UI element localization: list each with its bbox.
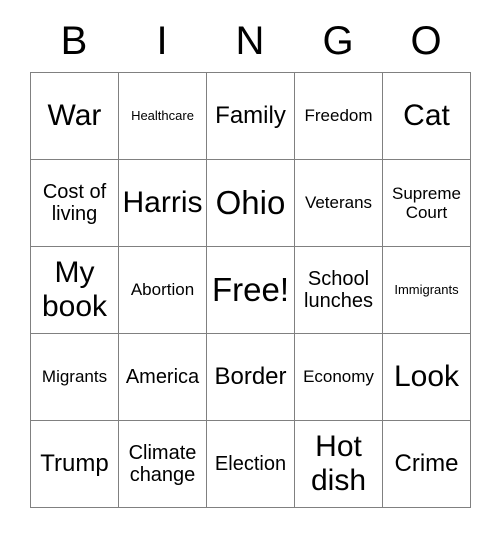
bingo-cell-label: Election xyxy=(214,452,287,475)
bingo-cell-label: Economy xyxy=(303,367,374,387)
bingo-row-1: War Healthcare Family Freedom Cat xyxy=(31,73,471,160)
bingo-cell-g2[interactable]: Veterans xyxy=(295,160,383,247)
bingo-cell-label: Cat xyxy=(403,99,450,133)
bingo-cell-label: Harris xyxy=(122,186,203,220)
bingo-cell-o1[interactable]: Cat xyxy=(383,73,471,160)
bingo-header-row: B I N G O xyxy=(30,10,470,72)
bingo-cell-g4[interactable]: Economy xyxy=(295,334,383,421)
bingo-header-letter-b: B xyxy=(60,19,88,63)
bingo-card: B I N G O War Healthcare Family Freedom … xyxy=(30,10,471,508)
bingo-cell-label: Border xyxy=(214,362,287,390)
bingo-cell-label: Crime xyxy=(394,449,459,477)
bingo-cell-label: Hot dish xyxy=(310,430,367,497)
bingo-cell-label: War xyxy=(47,99,102,133)
bingo-cell-label: Freedom xyxy=(304,106,373,126)
bingo-header-letter-i: I xyxy=(156,19,168,63)
bingo-grid: War Healthcare Family Freedom Cat Cost o… xyxy=(30,72,471,508)
bingo-cell-n5[interactable]: Election xyxy=(207,421,295,508)
bingo-cell-o2[interactable]: Supreme Court xyxy=(383,160,471,247)
bingo-cell-free-space[interactable]: Free! xyxy=(207,247,295,334)
bingo-row-4: Migrants America Border Economy Look xyxy=(31,334,471,421)
bingo-cell-i2[interactable]: Harris xyxy=(119,160,207,247)
bingo-header-letter-n: N xyxy=(235,19,265,63)
bingo-cell-label: My book xyxy=(41,256,108,323)
bingo-cell-b3[interactable]: My book xyxy=(31,247,119,334)
bingo-cell-label: Migrants xyxy=(41,367,108,387)
bingo-cell-label: Trump xyxy=(40,449,109,477)
bingo-header-letter-g: G xyxy=(322,19,354,63)
bingo-row-3: My book Abortion Free! School lunches Im… xyxy=(31,247,471,334)
bingo-cell-b5[interactable]: Trump xyxy=(31,421,119,508)
bingo-cell-i5[interactable]: Climate change xyxy=(119,421,207,508)
bingo-cell-label: Supreme Court xyxy=(392,183,461,222)
bingo-header-letter-o: O xyxy=(410,19,442,63)
bingo-row-2: Cost of living Harris Ohio Veterans Supr… xyxy=(31,160,471,247)
bingo-cell-label: Climate change xyxy=(128,441,197,486)
bingo-cell-i3[interactable]: Abortion xyxy=(119,247,207,334)
bingo-cell-b1[interactable]: War xyxy=(31,73,119,160)
bingo-cell-label: Cost of living xyxy=(42,180,107,225)
bingo-cell-label: Healthcare xyxy=(131,107,194,123)
bingo-cell-n1[interactable]: Family xyxy=(207,73,295,160)
bingo-cell-label: School lunches xyxy=(304,267,373,312)
bingo-cell-label: Ohio xyxy=(215,183,286,221)
bingo-cell-o5[interactable]: Crime xyxy=(383,421,471,508)
bingo-cell-label: Abortion xyxy=(130,280,195,300)
bingo-cell-label: Immigrants xyxy=(394,281,459,297)
bingo-row-5: Trump Climate change Election Hot dish C… xyxy=(31,421,471,508)
bingo-cell-i4[interactable]: America xyxy=(119,334,207,421)
bingo-cell-label: Free! xyxy=(211,270,290,308)
bingo-cell-label: Family xyxy=(215,101,286,129)
bingo-cell-o3[interactable]: Immigrants xyxy=(383,247,471,334)
bingo-cell-g5[interactable]: Hot dish xyxy=(295,421,383,508)
bingo-cell-b4[interactable]: Migrants xyxy=(31,334,119,421)
bingo-cell-o4[interactable]: Look xyxy=(383,334,471,421)
bingo-cell-n2[interactable]: Ohio xyxy=(207,160,295,247)
bingo-cell-label: America xyxy=(125,365,200,388)
bingo-cell-n4[interactable]: Border xyxy=(207,334,295,421)
bingo-cell-label: Veterans xyxy=(304,193,373,213)
bingo-cell-g3[interactable]: School lunches xyxy=(295,247,383,334)
bingo-cell-b2[interactable]: Cost of living xyxy=(31,160,119,247)
bingo-cell-i1[interactable]: Healthcare xyxy=(119,73,207,160)
bingo-cell-label: Look xyxy=(393,360,460,394)
bingo-cell-g1[interactable]: Freedom xyxy=(295,73,383,160)
